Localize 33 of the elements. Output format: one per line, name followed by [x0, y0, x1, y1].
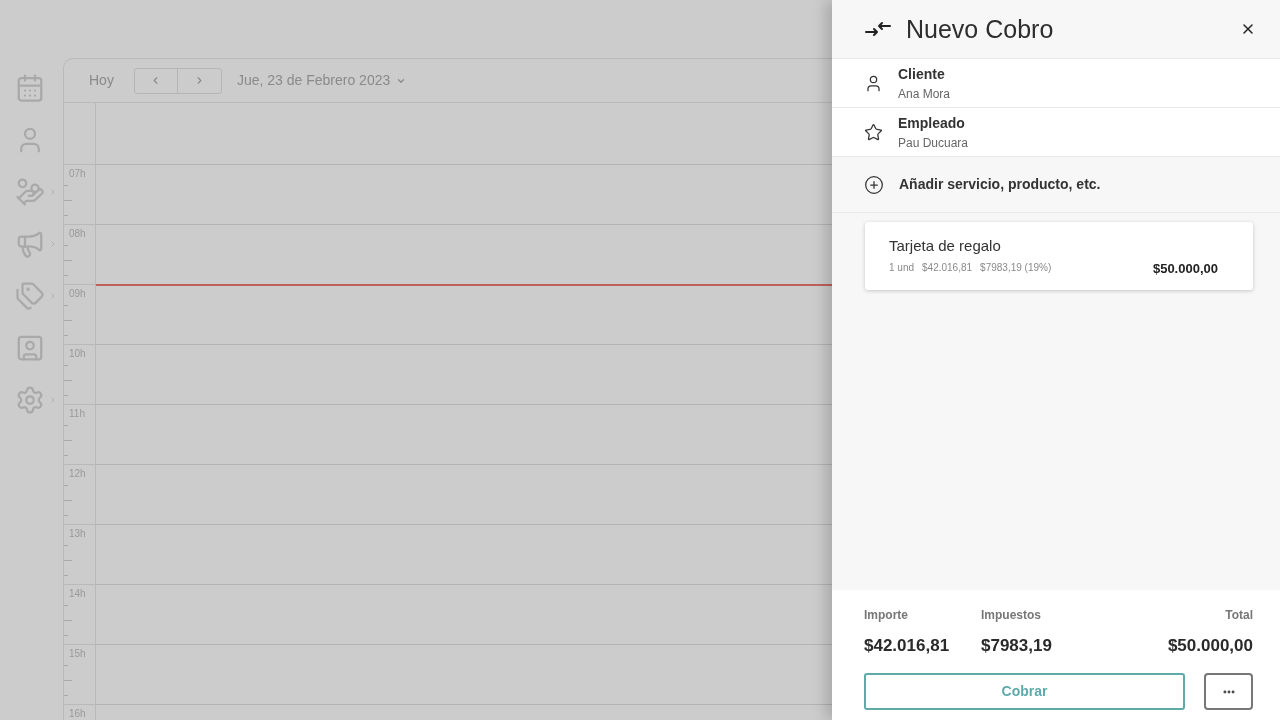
close-icon [1240, 21, 1256, 37]
hand-coins-icon [15, 177, 45, 207]
field-value: Ana Mora [898, 86, 951, 102]
summary-label: Importe [864, 608, 908, 622]
contact-card-icon [15, 333, 45, 363]
plus-circle-icon [864, 174, 884, 195]
more-button[interactable] [1204, 673, 1253, 710]
drawer-title: Nuevo Cobro [906, 14, 1054, 44]
calendar-icon [15, 73, 45, 103]
item-name: Tarjeta de regalo [889, 236, 1001, 255]
field-value: Pau Ducuara [898, 135, 969, 151]
swap-arrows-icon [865, 21, 891, 37]
close-button[interactable] [1240, 21, 1256, 37]
person-icon [864, 73, 883, 93]
field-label: Empleado [898, 113, 965, 132]
summary-value: $42.016,81 [864, 636, 950, 656]
settings-icon [15, 385, 45, 415]
field-label: Cliente [898, 64, 945, 83]
summary-label: Total [1225, 608, 1253, 622]
item-tax-amount: $7983,19 (19%) [980, 262, 1052, 274]
client-selector[interactable]: Cliente Ana Mora [832, 58, 1280, 107]
line-item-card[interactable]: Tarjeta de regalo 1 und $42.016,81 $7983,19 (19%) $50.000,00 [865, 222, 1253, 290]
tags-icon [15, 281, 45, 311]
item-quantity: 1 und [889, 262, 915, 274]
item-price: $50.000,00 [1152, 260, 1218, 276]
item-net-amount: $42.016,81 [922, 262, 973, 274]
summary-value: $7983,19 [981, 636, 1052, 656]
summary-label: Impuestos [981, 608, 1041, 622]
employee-selector[interactable]: Empleado Pau Ducuara [832, 107, 1280, 156]
star-icon [864, 122, 883, 142]
summary-value: $50.000,00 [1167, 636, 1253, 656]
add-item-button[interactable]: Añadir servicio, producto, etc. [832, 156, 1280, 213]
megaphone-icon [15, 229, 45, 259]
